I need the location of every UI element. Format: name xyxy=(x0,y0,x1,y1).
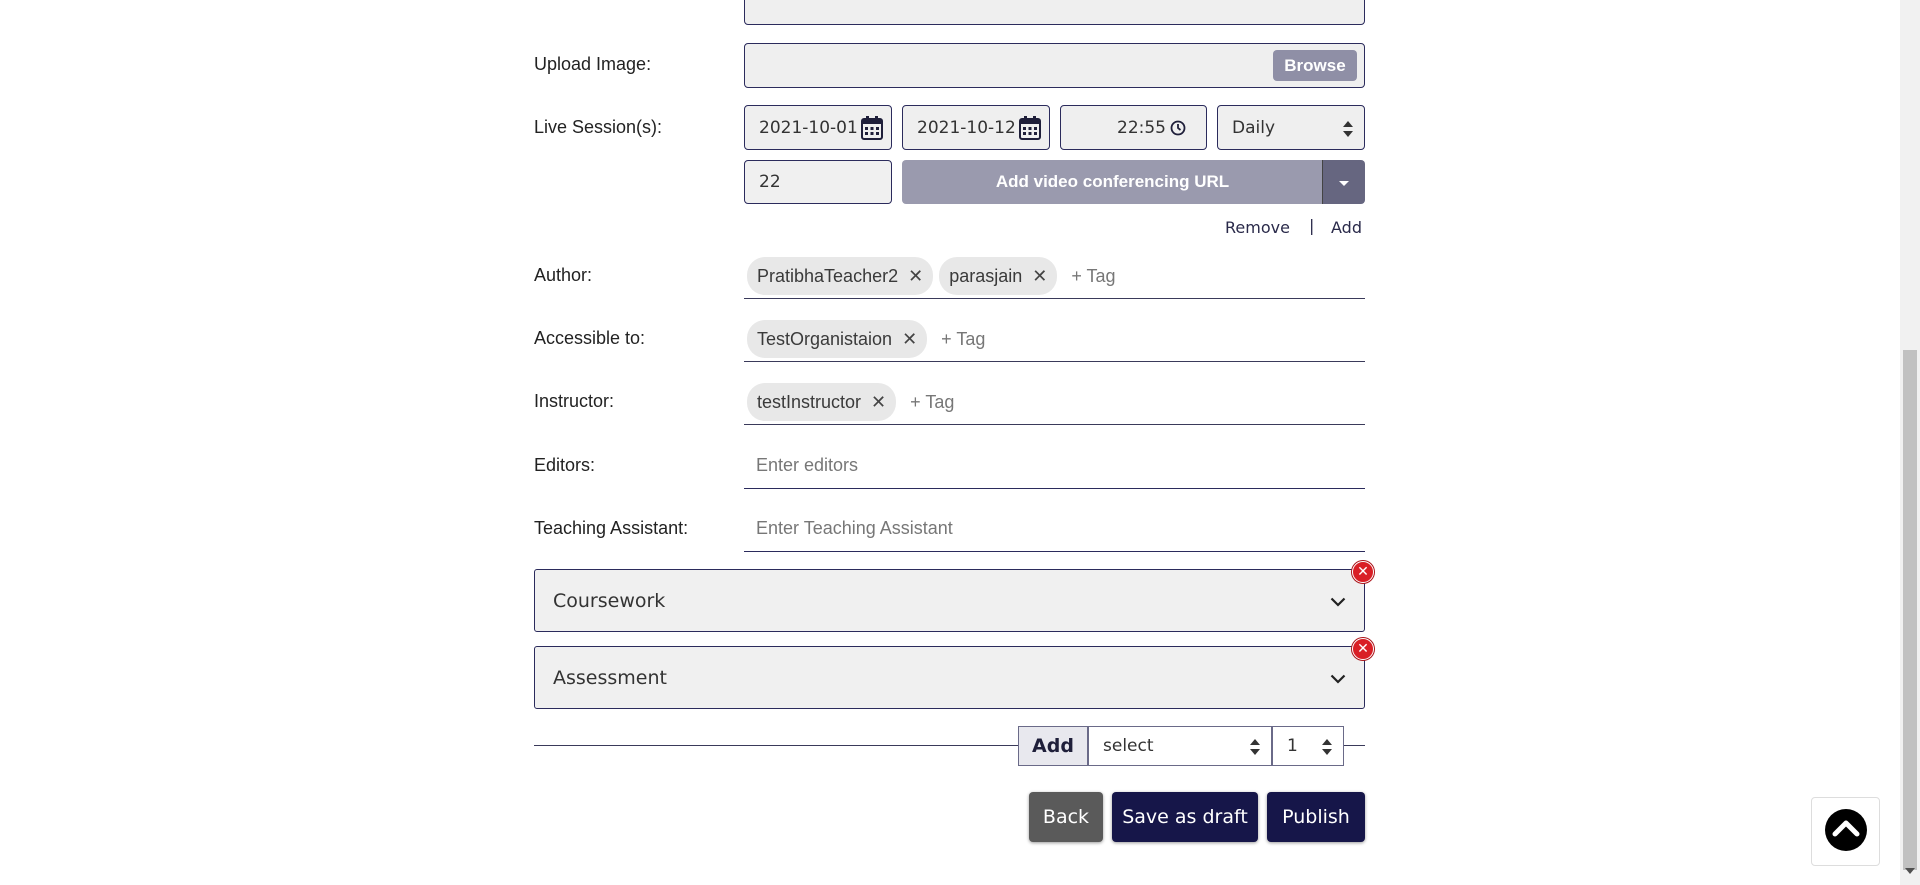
tag-text: PratibhaTeacher2 xyxy=(757,265,899,286)
time-input[interactable]: 22:55 xyxy=(1060,105,1207,150)
accessible-to-tag-input[interactable]: TestOrganistaion ✕ + Tag xyxy=(744,317,1365,362)
end-date-value: 2021-10-12 xyxy=(917,117,1016,138)
close-icon[interactable]: ✕ xyxy=(902,330,917,348)
author-tag-input[interactable]: PratibhaTeacher2 ✕ parasjain ✕ + Tag xyxy=(744,254,1365,299)
section-title: Assessment xyxy=(553,666,667,689)
live-sessions-label: Live Session(s): xyxy=(534,117,663,137)
chevron-down-icon xyxy=(1330,590,1346,612)
remove-circle-icon[interactable]: ✕ xyxy=(1352,638,1374,660)
section-count-value: 1 xyxy=(1287,736,1298,756)
duration-input[interactable]: 22 xyxy=(744,160,892,204)
frequency-select[interactable]: Daily xyxy=(1217,105,1365,150)
tag-text: testInstructor xyxy=(757,391,862,412)
chevron-down-icon xyxy=(1330,667,1346,689)
instructor-label: Instructor: xyxy=(534,391,615,411)
close-icon[interactable]: ✕ xyxy=(871,393,886,411)
calendar-icon[interactable] xyxy=(861,116,883,145)
back-button[interactable]: Back xyxy=(1029,792,1103,842)
close-icon[interactable]: ✕ xyxy=(908,267,923,285)
scroll-to-top-icon xyxy=(1824,808,1868,856)
tag-text: TestOrganistaion xyxy=(757,328,893,349)
upload-image-label: Upload Image: xyxy=(534,54,652,74)
assessment-section-header[interactable]: Assessment xyxy=(534,646,1365,709)
section-type-value: select xyxy=(1103,736,1154,756)
editors-input[interactable]: Enter editors xyxy=(744,443,1365,489)
author-tag-chip: parasjain ✕ xyxy=(939,257,1058,295)
start-date-value: 2021-10-01 xyxy=(759,117,858,138)
author-label: Author: xyxy=(534,265,593,285)
instructor-tag-chip: testInstructor ✕ xyxy=(747,383,897,421)
section-count-select[interactable]: 1 xyxy=(1272,726,1344,766)
time-value: 22:55 xyxy=(1117,117,1166,138)
instructor-tag-input[interactable]: testInstructor ✕ + Tag xyxy=(744,380,1365,425)
add-tag-placeholder[interactable]: + Tag xyxy=(941,329,985,350)
scroll-to-top-button[interactable] xyxy=(1811,797,1880,866)
frequency-value: Daily xyxy=(1232,117,1276,138)
sort-arrows-icon xyxy=(1249,738,1261,761)
clock-icon[interactable] xyxy=(1170,120,1186,141)
section-type-select[interactable]: select xyxy=(1088,726,1272,766)
remove-session-link[interactable]: Remove xyxy=(1225,218,1290,237)
sort-arrows-icon xyxy=(1342,120,1354,143)
add-video-conferencing-url-button[interactable]: Add video conferencing URL xyxy=(902,160,1323,204)
teaching-assistant-label: Teaching Assistant: xyxy=(534,518,689,538)
add-tag-placeholder[interactable]: + Tag xyxy=(910,392,954,413)
caret-down-icon xyxy=(1338,173,1350,192)
coursework-section-header[interactable]: Coursework xyxy=(534,569,1365,632)
link-separator: | xyxy=(1309,216,1315,235)
close-icon[interactable]: ✕ xyxy=(1032,267,1047,285)
browse-button[interactable]: Browse xyxy=(1273,50,1357,81)
publish-button[interactable]: Publish xyxy=(1267,792,1365,842)
sort-arrows-icon xyxy=(1321,738,1333,761)
add-section-divider-left xyxy=(534,745,1018,746)
tag-text: parasjain xyxy=(949,265,1023,286)
add-tag-placeholder[interactable]: + Tag xyxy=(1071,266,1115,287)
start-date-input[interactable]: 2021-10-01 xyxy=(744,105,892,150)
add-session-link[interactable]: Add xyxy=(1331,218,1362,237)
remove-circle-icon[interactable]: ✕ xyxy=(1352,561,1374,583)
scrollbar-thumb[interactable] xyxy=(1903,350,1917,870)
video-url-dropdown-toggle[interactable] xyxy=(1322,160,1365,204)
author-tag-chip: PratibhaTeacher2 ✕ xyxy=(747,257,934,295)
calendar-icon[interactable] xyxy=(1019,116,1041,145)
scroll-down-arrow-icon[interactable] xyxy=(1905,868,1915,874)
section-title: Coursework xyxy=(553,589,666,612)
end-date-input[interactable]: 2021-10-12 xyxy=(902,105,1050,150)
vertical-scrollbar[interactable] xyxy=(1900,0,1920,885)
accessible-to-tag-chip: TestOrganistaion ✕ xyxy=(747,320,928,358)
upload-image-input[interactable] xyxy=(744,43,1365,88)
accessible-to-label: Accessible to: xyxy=(534,328,646,348)
duration-value: 22 xyxy=(759,172,781,192)
save-as-draft-button[interactable]: Save as draft xyxy=(1112,792,1258,842)
add-section-button[interactable]: Add xyxy=(1018,726,1088,766)
add-section-divider-right xyxy=(1344,745,1365,746)
description-field-bottom[interactable] xyxy=(744,0,1365,25)
editors-label: Editors: xyxy=(534,455,596,475)
teaching-assistant-input[interactable]: Enter Teaching Assistant xyxy=(744,506,1365,552)
